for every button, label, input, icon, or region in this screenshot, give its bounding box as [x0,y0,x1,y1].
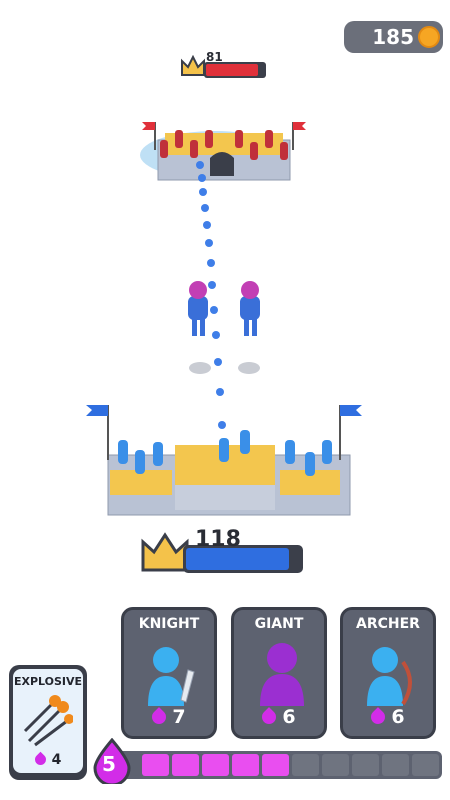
player-health-value: 118 [195,527,241,552]
mana-drop-icon [368,707,389,727]
knight-card[interactable]: KNIGHT 7 [121,607,217,739]
mana-segment [172,754,199,776]
mana-segment [292,754,319,776]
card-title: GIANT [254,616,304,632]
card-title: KNIGHT [138,616,200,632]
mana-segment [322,754,349,776]
giant-card[interactable]: GIANT 6 [231,607,327,739]
explosive-arrows-icon [23,695,73,747]
mana-drop-icon [149,707,170,727]
battlefield [86,122,362,516]
card-cost: 6 [234,706,324,728]
card-title: ARCHER [356,616,420,632]
mana-drop-icon [259,707,280,727]
card-title: EXPLOSIVE [13,675,83,688]
knight-icon [148,647,195,706]
flying-units [188,281,260,374]
mana-segment [262,754,289,776]
archer-card[interactable]: ARCHER 6 [340,607,436,739]
enemy-castle [140,122,306,181]
card-cost: 7 [124,706,214,728]
mana-segment [412,754,439,776]
card-cost: 6 [343,706,433,728]
mana-drop-icon [32,751,48,768]
mana-segment [202,754,229,776]
archer-icon [367,647,412,706]
card-cost: 4 [13,751,83,768]
mana-segment [232,754,259,776]
mana-bar [112,751,442,779]
giant-icon [260,643,304,706]
mana-segment [382,754,409,776]
player-castle [86,405,362,516]
mana-segment [352,754,379,776]
explosive-card[interactable]: EXPLOSIVE 4 [9,665,87,780]
mana-segment [142,754,169,776]
mana-count: 5 [102,752,116,776]
